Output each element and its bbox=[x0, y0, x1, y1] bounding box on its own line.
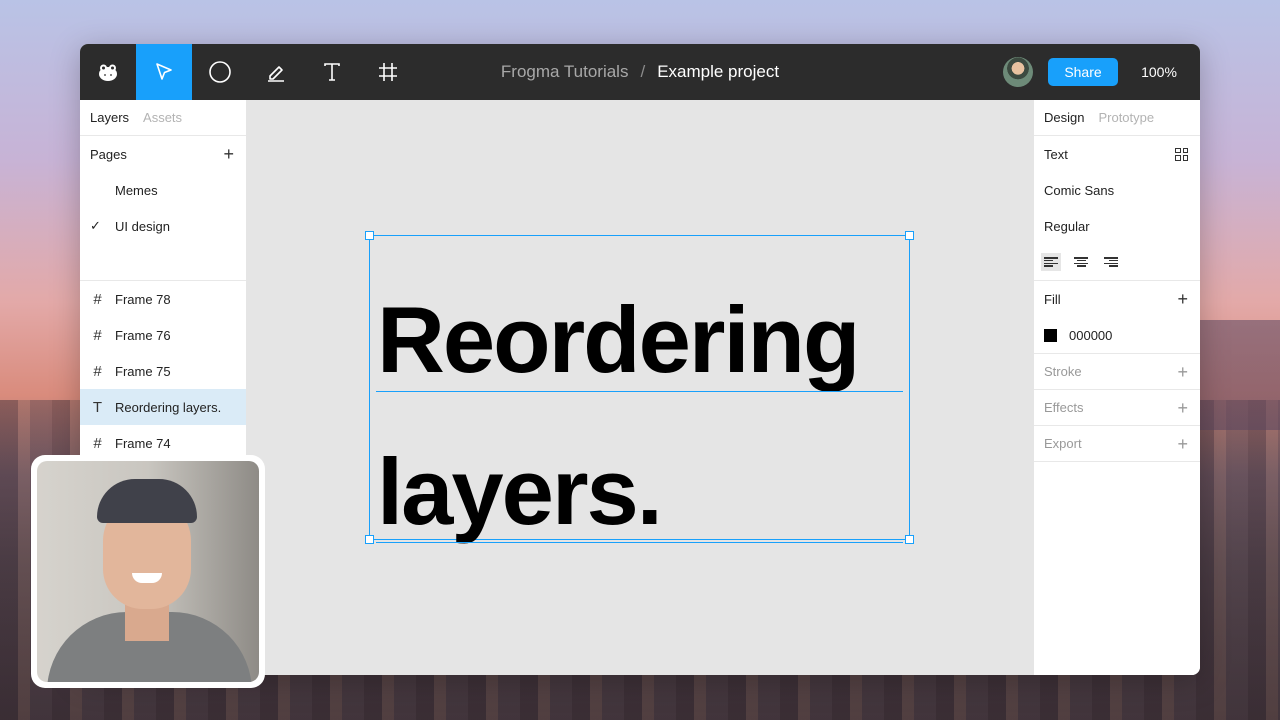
canvas-text-line: Reordering bbox=[377, 287, 860, 392]
top-toolbar: Frogma Tutorials / Example project Share… bbox=[80, 44, 1200, 100]
frame-icon: # bbox=[93, 290, 102, 308]
frame-icon: # bbox=[93, 434, 102, 452]
effects-section-title: Effects bbox=[1044, 400, 1084, 415]
fill-section-title: Fill bbox=[1044, 291, 1061, 307]
fill-item[interactable]: 000000 bbox=[1034, 317, 1200, 353]
presenter-video bbox=[37, 461, 259, 682]
left-panel-tabs: Layers Assets bbox=[80, 100, 246, 136]
text-align-row bbox=[1034, 244, 1200, 280]
layer-item[interactable]: # Frame 78 bbox=[80, 281, 246, 317]
frame-icon: # bbox=[93, 326, 102, 344]
page-item-ui-design[interactable]: ✓ UI design bbox=[80, 208, 246, 244]
text-baseline bbox=[376, 542, 903, 543]
fill-hex[interactable]: 000000 bbox=[1069, 328, 1112, 343]
webcam-overlay bbox=[31, 455, 265, 688]
add-effect-icon[interactable]: + bbox=[1177, 399, 1188, 417]
canvas-text-line: layers. bbox=[377, 439, 663, 544]
align-left-icon[interactable] bbox=[1041, 253, 1061, 271]
layers-list: # Frame 78 # Frame 76 # Frame 75 T Reord… bbox=[80, 281, 246, 461]
text-section: Text Comic Sans Regular bbox=[1034, 136, 1200, 281]
pages-title: Pages bbox=[90, 146, 127, 162]
layer-item[interactable]: # Frame 76 bbox=[80, 317, 246, 353]
tab-design[interactable]: Design bbox=[1044, 110, 1084, 125]
resize-handle[interactable] bbox=[365, 535, 374, 544]
layer-item[interactable]: # Frame 75 bbox=[80, 353, 246, 389]
add-stroke-icon[interactable]: + bbox=[1177, 363, 1188, 381]
layer-label: Frame 74 bbox=[115, 435, 171, 451]
fill-swatch[interactable] bbox=[1044, 328, 1057, 342]
toolbar-right: Share 100% bbox=[1003, 44, 1200, 100]
font-family-value: Comic Sans bbox=[1044, 182, 1115, 198]
layer-item-selected[interactable]: T Reordering layers. bbox=[80, 389, 246, 425]
text-icon: T bbox=[92, 398, 103, 416]
text-section-header: Text bbox=[1034, 136, 1200, 172]
add-page-icon[interactable]: + bbox=[223, 145, 234, 163]
pen-tool-icon[interactable] bbox=[248, 44, 304, 100]
font-family-select[interactable]: Comic Sans bbox=[1034, 172, 1200, 208]
resize-handle[interactable] bbox=[365, 231, 374, 240]
pages-header: Pages + bbox=[80, 136, 246, 172]
align-right-icon[interactable] bbox=[1104, 256, 1118, 268]
align-center-icon[interactable] bbox=[1074, 256, 1088, 268]
tab-prototype[interactable]: Prototype bbox=[1098, 110, 1154, 125]
right-panel-tabs: Design Prototype bbox=[1034, 100, 1200, 136]
move-tool-icon[interactable] bbox=[136, 44, 192, 100]
share-button[interactable]: Share bbox=[1048, 58, 1118, 86]
pages-section: Pages + Memes ✓ UI design bbox=[80, 136, 246, 281]
tab-assets[interactable]: Assets bbox=[143, 110, 182, 125]
text-styles-grid-icon[interactable] bbox=[1175, 147, 1188, 161]
add-fill-icon[interactable]: + bbox=[1177, 290, 1188, 308]
layer-label: Frame 78 bbox=[115, 291, 171, 307]
font-style-select[interactable]: Regular bbox=[1034, 208, 1200, 244]
stroke-section: Stroke + bbox=[1034, 354, 1200, 390]
canvas-text-layer[interactable]: Reordering layers. bbox=[377, 264, 917, 568]
frame-icon: # bbox=[93, 362, 102, 380]
tab-layers[interactable]: Layers bbox=[90, 110, 129, 125]
text-tool-icon[interactable] bbox=[304, 44, 360, 100]
frame-tool-icon[interactable] bbox=[360, 44, 416, 100]
add-export-icon[interactable]: + bbox=[1177, 435, 1188, 453]
text-baseline bbox=[376, 391, 903, 392]
layer-label: Reordering layers. bbox=[115, 399, 222, 415]
layer-label: Frame 75 bbox=[115, 363, 171, 379]
resize-handle[interactable] bbox=[905, 231, 914, 240]
fill-section: Fill + 000000 bbox=[1034, 281, 1200, 354]
breadcrumb-current[interactable]: Example project bbox=[657, 62, 779, 82]
check-icon: ✓ bbox=[90, 218, 101, 233]
page-label: UI design bbox=[115, 218, 170, 234]
breadcrumb-separator: / bbox=[640, 62, 646, 81]
page-label: Memes bbox=[115, 182, 158, 198]
font-style-value: Regular bbox=[1044, 218, 1090, 234]
page-item-memes[interactable]: Memes bbox=[80, 172, 246, 208]
presenter-cap bbox=[97, 479, 197, 523]
export-section: Export + bbox=[1034, 426, 1200, 462]
text-section-title: Text bbox=[1044, 146, 1068, 162]
ellipse-tool-icon[interactable] bbox=[192, 44, 248, 100]
canvas[interactable]: Reordering layers. bbox=[247, 100, 1033, 675]
effects-section: Effects + bbox=[1034, 390, 1200, 426]
breadcrumb-root[interactable]: Frogma Tutorials bbox=[501, 62, 629, 82]
fill-header: Fill + bbox=[1034, 281, 1200, 317]
stroke-section-title: Stroke bbox=[1044, 364, 1082, 379]
right-panel: Design Prototype Text Comic Sans Regular… bbox=[1033, 100, 1200, 675]
frog-logo-icon[interactable] bbox=[80, 44, 136, 100]
export-section-title: Export bbox=[1044, 436, 1082, 451]
layer-label: Frame 76 bbox=[115, 327, 171, 343]
zoom-level[interactable]: 100% bbox=[1118, 64, 1200, 80]
avatar[interactable] bbox=[1003, 57, 1033, 87]
